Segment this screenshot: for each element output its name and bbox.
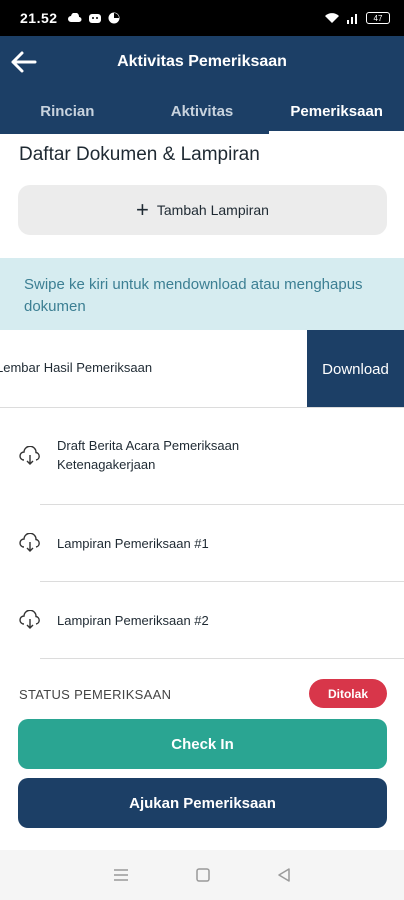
cloud-download-icon[interactable] [18,610,42,630]
document-label: Lampiran Pemeriksaan #1 [57,536,209,551]
document-row[interactable]: Draft Berita Acara Pemeriksaan Ketenagak… [0,408,404,504]
status-bar: 21.52 47 [0,0,404,36]
status-time: 21.52 [20,10,58,26]
cloud-download-icon[interactable] [18,533,42,553]
submit-inspection-button[interactable]: Ajukan Pemeriksaan [18,778,387,828]
add-attachment-label: Tambah Lampiran [156,202,269,218]
section-title: Daftar Dokumen & Lampiran [19,144,260,165]
cloud-icon [67,13,82,22]
document-row[interactable]: Lampiran Pemeriksaan #1 [0,505,404,581]
page-title: Aktivitas Pemeriksaan [117,53,287,70]
pie-icon [108,12,120,24]
wifi-icon [325,13,339,23]
tab-rincian[interactable]: Rincian [0,88,135,134]
document-row[interactable]: Lampiran Pemeriksaan #2 [0,582,404,658]
plus-icon: + [136,197,149,222]
download-button[interactable]: Download [307,330,404,407]
system-nav-bar [0,850,404,900]
tab-aktivitas[interactable]: Aktivitas [135,88,270,134]
tab-pemeriksaan[interactable]: Pemeriksaan [269,88,404,134]
face-icon [88,14,101,23]
document-label: Lampiran Pemeriksaan #2 [57,613,209,628]
divider [40,658,404,659]
tab-bar: Rincian Aktivitas Pemeriksaan [0,88,404,134]
document-label: Lembar Hasil Pemeriksaan [0,360,153,375]
document-label: Draft Berita Acara Pemeriksaan Ketenagak… [57,438,240,472]
home-square-icon[interactable] [196,868,210,882]
arrow-left-icon[interactable] [10,49,38,75]
swipe-info-banner: Swipe ke kiri untuk mendownload atau men… [0,258,404,330]
action-footer: STATUS PEMERIKSAAN Ditolak Check In Ajuk… [0,660,404,850]
check-in-button[interactable]: Check In [18,719,387,769]
signal-icon [347,14,357,24]
battery-icon: 47 [366,12,390,24]
add-attachment-button[interactable]: + Tambah Lampiran [18,185,387,235]
cloud-download-icon[interactable] [18,446,42,466]
menu-icon[interactable] [113,868,129,882]
status-label: STATUS PEMERIKSAAN [19,687,172,702]
document-row-swiped[interactable]: Lembar Hasil Pemeriksaan Download [0,330,404,408]
back-triangle-icon[interactable] [277,868,291,882]
app-bar: Aktivitas Pemeriksaan [0,36,404,88]
status-badge: Ditolak [309,679,387,708]
